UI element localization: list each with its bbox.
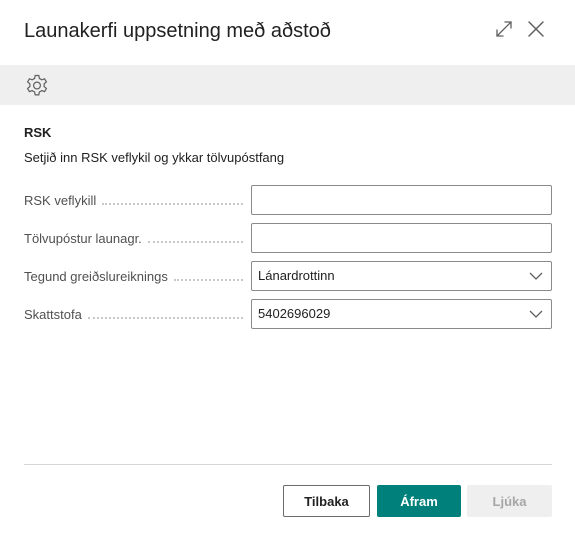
field-label: RSK veflykill bbox=[24, 185, 243, 215]
chevron-down-icon bbox=[529, 310, 543, 318]
action-bar bbox=[0, 65, 575, 105]
rsk-key-input[interactable] bbox=[251, 185, 552, 215]
close-button[interactable] bbox=[525, 18, 547, 40]
field-label: Tegund greiðslureiknings bbox=[24, 261, 243, 291]
select-value: 5402696029 bbox=[258, 306, 331, 321]
expand-button[interactable] bbox=[493, 18, 515, 40]
setup-wizard-dialog: Launakerfi uppsetning með aðstoð RSK Set… bbox=[0, 0, 575, 538]
tax-office-select[interactable]: 5402696029 bbox=[251, 299, 552, 329]
footer-divider bbox=[24, 464, 552, 465]
next-button[interactable]: Áfram bbox=[377, 485, 461, 517]
expand-icon bbox=[496, 21, 512, 37]
finish-button: Ljúka bbox=[467, 485, 552, 517]
section-title: RSK bbox=[24, 125, 52, 140]
payment-account-type-select[interactable]: Lánardrottinn bbox=[251, 261, 552, 291]
dialog-header: Launakerfi uppsetning með aðstoð bbox=[0, 0, 575, 64]
close-icon bbox=[528, 21, 544, 37]
gear-icon bbox=[26, 74, 48, 96]
field-payment-account-type: Tegund greiðslureiknings Lánardrottinn bbox=[24, 261, 552, 291]
field-payroll-email: Tölvupóstur launagr. bbox=[24, 223, 552, 253]
field-rsk-key: RSK veflykill bbox=[24, 185, 552, 215]
field-label: Skattstofa bbox=[24, 299, 243, 329]
chevron-down-icon bbox=[529, 272, 543, 280]
payroll-email-input[interactable] bbox=[251, 223, 552, 253]
select-value: Lánardrottinn bbox=[258, 268, 335, 283]
field-tax-office: Skattstofa 5402696029 bbox=[24, 299, 552, 329]
field-label: Tölvupóstur launagr. bbox=[24, 223, 243, 253]
section-description: Setjið inn RSK veflykil og ykkar tölvupó… bbox=[24, 150, 285, 165]
back-button[interactable]: Tilbaka bbox=[283, 485, 370, 517]
dialog-title: Launakerfi uppsetning með aðstoð bbox=[24, 20, 331, 42]
